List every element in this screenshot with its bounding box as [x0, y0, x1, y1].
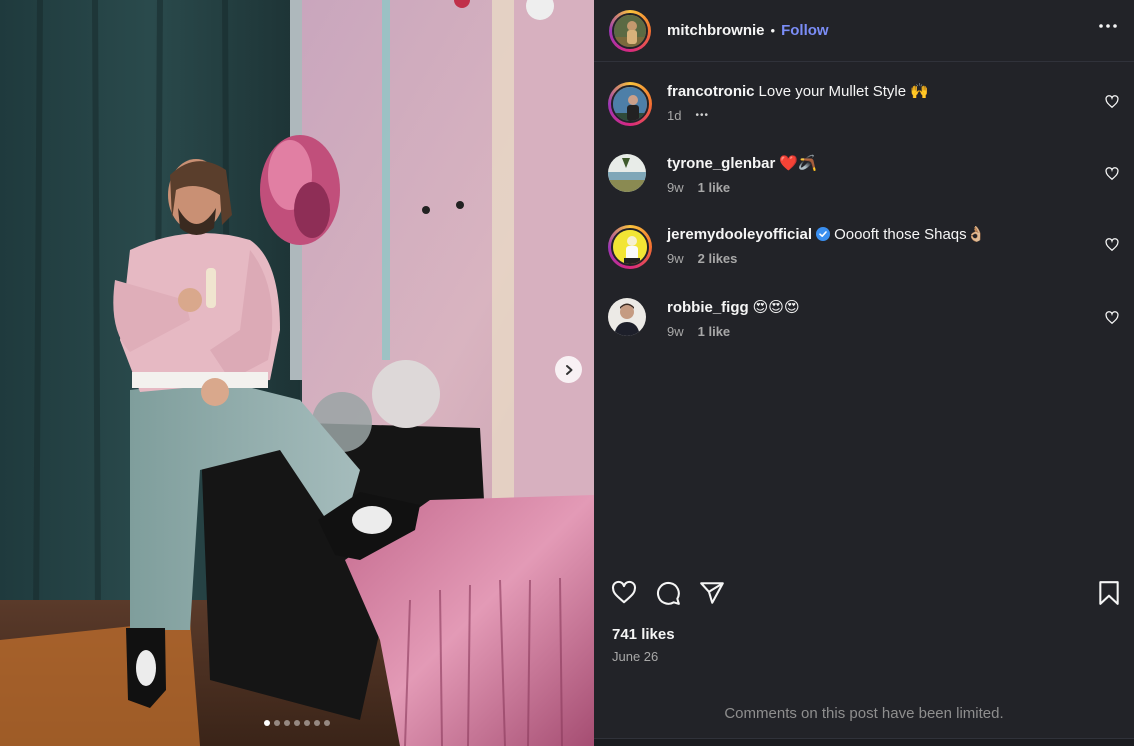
comment-icon [657, 582, 680, 605]
comment-likes[interactable]: 2 likes [698, 251, 738, 266]
heart-outline-icon [1105, 311, 1119, 325]
author-avatar[interactable] [609, 9, 651, 52]
author-username[interactable]: mitchbrownie [667, 22, 765, 39]
author-avatar-image [614, 14, 646, 47]
likes-count[interactable]: 741 likes [612, 626, 675, 643]
comment-username[interactable]: francotronic [667, 83, 755, 100]
post-action-bar [594, 580, 1134, 612]
panel-bottom-edge [594, 738, 1134, 746]
comment-text: Love your Mullet Style 🙌 [758, 83, 929, 100]
post-side-panel: mitchbrownie • Follow francotronic Love … [594, 0, 1134, 746]
comment-like-button[interactable] [1105, 238, 1119, 257]
post-date[interactable]: June 26 [612, 649, 658, 664]
comment-like-button[interactable] [1105, 95, 1119, 114]
comment-time[interactable]: 9w [667, 324, 684, 339]
comment-like-button[interactable] [1105, 167, 1119, 186]
comment-text: 😍😍😍 [752, 299, 800, 316]
chevron-right-icon [565, 364, 572, 375]
send-icon [700, 582, 724, 604]
comments-limited-notice: Comments on this post have been limited. [724, 705, 1004, 722]
heart-outline-icon [1105, 95, 1119, 109]
like-button[interactable] [611, 580, 637, 611]
commenter-avatar-image [608, 154, 646, 192]
save-button[interactable] [1097, 580, 1121, 611]
carousel-dot [314, 720, 320, 726]
carousel-dot [324, 720, 330, 726]
commenter-avatar-image [608, 298, 646, 336]
commenter-avatar-image [613, 230, 647, 264]
comment-username[interactable]: tyrone_glenbar [667, 155, 775, 172]
comment-text: ❤️🪃 [779, 155, 817, 172]
carousel-indicator [0, 720, 594, 726]
carousel-dot [304, 720, 310, 726]
heart-outline-icon [1105, 238, 1119, 252]
comment-username[interactable]: robbie_figg [667, 299, 749, 316]
comment-likes[interactable]: 1 like [698, 180, 731, 195]
heart-outline-icon [1105, 167, 1119, 181]
carousel-dot [264, 720, 270, 726]
header-separator: • [770, 23, 776, 38]
comment-more-button[interactable]: ••• [695, 110, 709, 121]
share-button[interactable] [699, 580, 725, 611]
comment-text: Ooooft those Shaqs👌🏼 [834, 226, 986, 243]
comment-time[interactable]: 9w [667, 251, 684, 266]
heart-icon [611, 580, 637, 604]
instagram-post-modal: mitchbrownie • Follow francotronic Love … [0, 0, 1134, 746]
commenter-avatar[interactable] [608, 82, 652, 126]
carousel-dot [294, 720, 300, 726]
commenter-avatar[interactable] [608, 225, 652, 269]
more-options-button[interactable] [1098, 16, 1118, 41]
post-image [0, 0, 594, 746]
carousel-dot [274, 720, 280, 726]
verified-badge-icon [816, 227, 831, 241]
follow-button[interactable]: Follow [781, 22, 829, 39]
bookmark-icon [1099, 581, 1119, 605]
more-horizontal-icon [1099, 24, 1117, 28]
post-photo[interactable] [0, 0, 594, 746]
commenter-avatar[interactable] [608, 154, 646, 192]
commenter-avatar[interactable] [608, 298, 646, 336]
carousel-dot [284, 720, 290, 726]
comment-username[interactable]: jeremydooleyofficial [667, 226, 812, 243]
commenter-avatar-image [613, 87, 647, 121]
next-slide-button[interactable] [555, 356, 582, 383]
post-header: mitchbrownie • Follow [594, 0, 1134, 62]
comment-like-button[interactable] [1105, 311, 1119, 330]
comment-time[interactable]: 1d [667, 108, 681, 123]
comment-likes[interactable]: 1 like [698, 324, 731, 339]
comment-button[interactable] [655, 580, 681, 611]
comment-time[interactable]: 9w [667, 180, 684, 195]
